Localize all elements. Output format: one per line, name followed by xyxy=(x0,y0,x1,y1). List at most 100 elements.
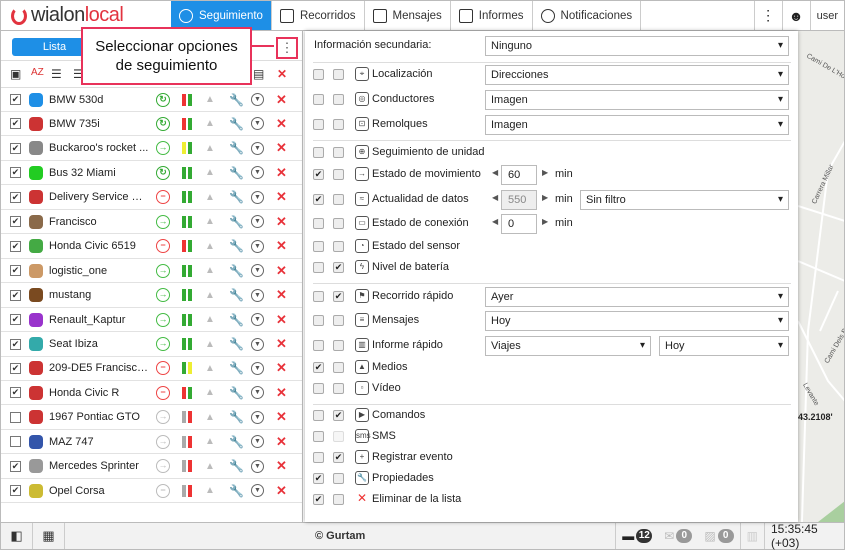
media-icon[interactable]: ▲ xyxy=(205,485,215,496)
wrench-icon[interactable]: 🔧 xyxy=(229,435,244,449)
unit-name[interactable]: BMW 530d xyxy=(49,94,149,106)
option-checkbox-menu[interactable]: ✔ xyxy=(313,494,324,505)
dropdown-circle-icon[interactable]: ▼ xyxy=(251,435,264,449)
option-checkbox-menu[interactable] xyxy=(313,69,324,80)
dropdown-circle-icon[interactable]: ▼ xyxy=(251,361,264,375)
option-checkbox-menu[interactable] xyxy=(313,431,324,442)
wrench-icon[interactable]: 🔧 xyxy=(229,239,244,253)
option-checkbox-menu[interactable] xyxy=(313,119,324,130)
option-checkbox-menu[interactable]: ✔ xyxy=(313,362,324,373)
secondary-info-select[interactable]: Ninguno xyxy=(485,36,789,56)
wrench-icon[interactable]: 🔧 xyxy=(229,337,244,351)
unit-row[interactable]: ✔ Seat Ibiza → ▲ 🔧 ▼ ✕ xyxy=(1,333,302,357)
remove-icon[interactable]: ✕ xyxy=(276,189,287,205)
unit-row[interactable]: ✔ Delivery Service Mi... − ▲ 🔧 ▼ ✕ xyxy=(1,186,302,210)
wrench-icon[interactable]: 🔧 xyxy=(229,410,244,424)
unit-name[interactable]: Renault_Kaptur xyxy=(49,314,149,326)
unit-checkbox[interactable]: ✔ xyxy=(10,94,21,105)
dropdown-circle-icon[interactable]: ▼ xyxy=(251,386,264,400)
unit-checkbox[interactable]: ✔ xyxy=(10,338,21,350)
wrench-icon[interactable]: 🔧 xyxy=(229,264,244,278)
unit-row[interactable]: ✔ Renault_Kaptur → ▲ 🔧 ▼ ✕ xyxy=(1,308,302,333)
remove-icon[interactable]: ✕ xyxy=(276,312,287,328)
option-checkbox-column[interactable] xyxy=(333,218,344,229)
wrench-icon[interactable]: 🔧 xyxy=(229,166,244,180)
increase-icon[interactable]: ▶ xyxy=(542,217,548,226)
unit-row[interactable]: ✔ logistic_one → ▲ 🔧 ▼ ✕ xyxy=(1,259,302,284)
option-checkbox-menu[interactable] xyxy=(313,410,324,421)
wrench-icon[interactable]: 🔧 xyxy=(229,386,244,400)
media-icon[interactable]: ▲ xyxy=(205,339,215,350)
delete-all-icon[interactable]: ✕ xyxy=(277,67,287,81)
dropdown-circle-icon[interactable]: ▼ xyxy=(251,190,264,204)
unit-row[interactable]: ✔ BMW 530d ↻ ▲ 🔧 ▼ ✕ xyxy=(1,88,302,112)
option-checkbox-column[interactable]: ✔ xyxy=(333,262,344,273)
remove-icon[interactable]: ✕ xyxy=(276,287,287,303)
increase-icon[interactable]: ▶ xyxy=(542,193,548,202)
tab-seguimiento[interactable]: Seguimiento xyxy=(171,1,272,30)
remove-icon[interactable]: ✕ xyxy=(276,458,287,474)
remove-icon[interactable]: ✕ xyxy=(276,140,287,156)
media-icon[interactable]: ▲ xyxy=(205,387,215,398)
tab-notificaciones[interactable]: Notificaciones xyxy=(533,1,642,30)
tab-informes[interactable]: Informes xyxy=(451,1,533,30)
remove-icon[interactable]: ✕ xyxy=(276,214,287,230)
option-checkbox-menu[interactable] xyxy=(313,452,324,463)
media-icon[interactable]: ▲ xyxy=(205,265,215,276)
option-checkbox-column[interactable] xyxy=(333,431,344,442)
unit-checkbox[interactable]: ✔ xyxy=(10,265,21,277)
option-checkbox-column[interactable] xyxy=(333,119,344,130)
unit-row[interactable]: ✔ Francisco → ▲ 🔧 ▼ ✕ xyxy=(1,210,302,235)
unit-row[interactable]: ✔ Bus 32 Miami ↻ ▲ 🔧 ▼ ✕ xyxy=(1,161,302,186)
option-checkbox-column[interactable] xyxy=(333,340,344,351)
unit-checkbox[interactable] xyxy=(10,436,21,448)
decrease-icon[interactable]: ◀ xyxy=(492,193,498,202)
wrench-icon[interactable]: 🔧 xyxy=(229,361,244,375)
unit-checkbox[interactable]: ✔ xyxy=(10,289,21,301)
option-checkbox-column[interactable] xyxy=(333,383,344,394)
remove-icon[interactable]: ✕ xyxy=(276,483,287,499)
media-icon[interactable]: ▲ xyxy=(205,192,215,203)
media-icon[interactable]: ▲ xyxy=(205,167,215,178)
wrench-icon[interactable]: 🔧 xyxy=(229,141,244,155)
unit-row[interactable]: ✔ BMW 735i ↻ ▲ 🔧 ▼ ✕ xyxy=(1,112,302,137)
unit-checkbox[interactable]: ✔ xyxy=(10,362,21,374)
media-icon[interactable]: ▲ xyxy=(205,412,215,423)
option-checkbox-column[interactable]: ✔ xyxy=(333,291,344,302)
dropdown-circle-icon[interactable]: ▼ xyxy=(251,264,264,278)
unit-row[interactable]: MAZ 747 → ▲ 🔧 ▼ ✕ xyxy=(1,430,302,455)
unit-name[interactable]: Buckaroo's rocket ... xyxy=(49,142,149,154)
unit-checkbox[interactable]: ✔ xyxy=(10,240,21,252)
select-all-icon[interactable]: ▣ xyxy=(10,67,21,81)
option-checkbox-menu[interactable] xyxy=(313,383,324,394)
unit-checkbox[interactable]: ✔ xyxy=(10,167,21,179)
option-checkbox-menu[interactable] xyxy=(313,291,324,302)
tab-mensajes[interactable]: Mensajes xyxy=(365,1,451,30)
option-checkbox-column[interactable] xyxy=(333,94,344,105)
unit-checkbox[interactable]: ✔ xyxy=(10,387,21,399)
dropdown-circle-icon[interactable]: ▼ xyxy=(251,337,264,351)
option-checkbox-column[interactable] xyxy=(333,473,344,484)
media-icon[interactable]: ▲ xyxy=(205,118,215,129)
option-checkbox-column[interactable] xyxy=(333,494,344,505)
option-checkbox-column[interactable]: ✔ xyxy=(333,410,344,421)
unit-row[interactable]: ✔ Opel Corsa − ▲ 🔧 ▼ ✕ xyxy=(1,479,302,504)
tracking-options-button[interactable]: ⋮ xyxy=(276,37,298,59)
wrench-icon[interactable]: 🔧 xyxy=(229,313,244,327)
unit-name[interactable]: 209-DE5 Francisco... xyxy=(49,362,149,374)
option-checkbox-menu[interactable] xyxy=(313,315,324,326)
dropdown-circle-icon[interactable]: ▼ xyxy=(251,459,264,473)
unit-checkbox[interactable]: ✔ xyxy=(10,314,21,326)
minutes-input[interactable]: 0 xyxy=(501,214,537,234)
dropdown-circle-icon[interactable]: ▼ xyxy=(251,93,264,106)
wrench-icon[interactable]: 🔧 xyxy=(229,190,244,204)
unit-name[interactable]: MAZ 747 xyxy=(49,436,149,448)
dropdown-circle-icon[interactable]: ▼ xyxy=(251,141,264,155)
dropdown-circle-icon[interactable]: ▼ xyxy=(251,239,264,253)
toggle-panel-icon[interactable]: ◧ xyxy=(1,523,33,549)
unit-name[interactable]: BMW 735i xyxy=(49,118,149,130)
option-select[interactable]: Imagen xyxy=(485,115,789,135)
media-icon[interactable]: ▲ xyxy=(205,461,215,472)
media-icon[interactable]: ▲ xyxy=(205,94,215,105)
unit-name[interactable]: Bus 32 Miami xyxy=(49,167,149,179)
